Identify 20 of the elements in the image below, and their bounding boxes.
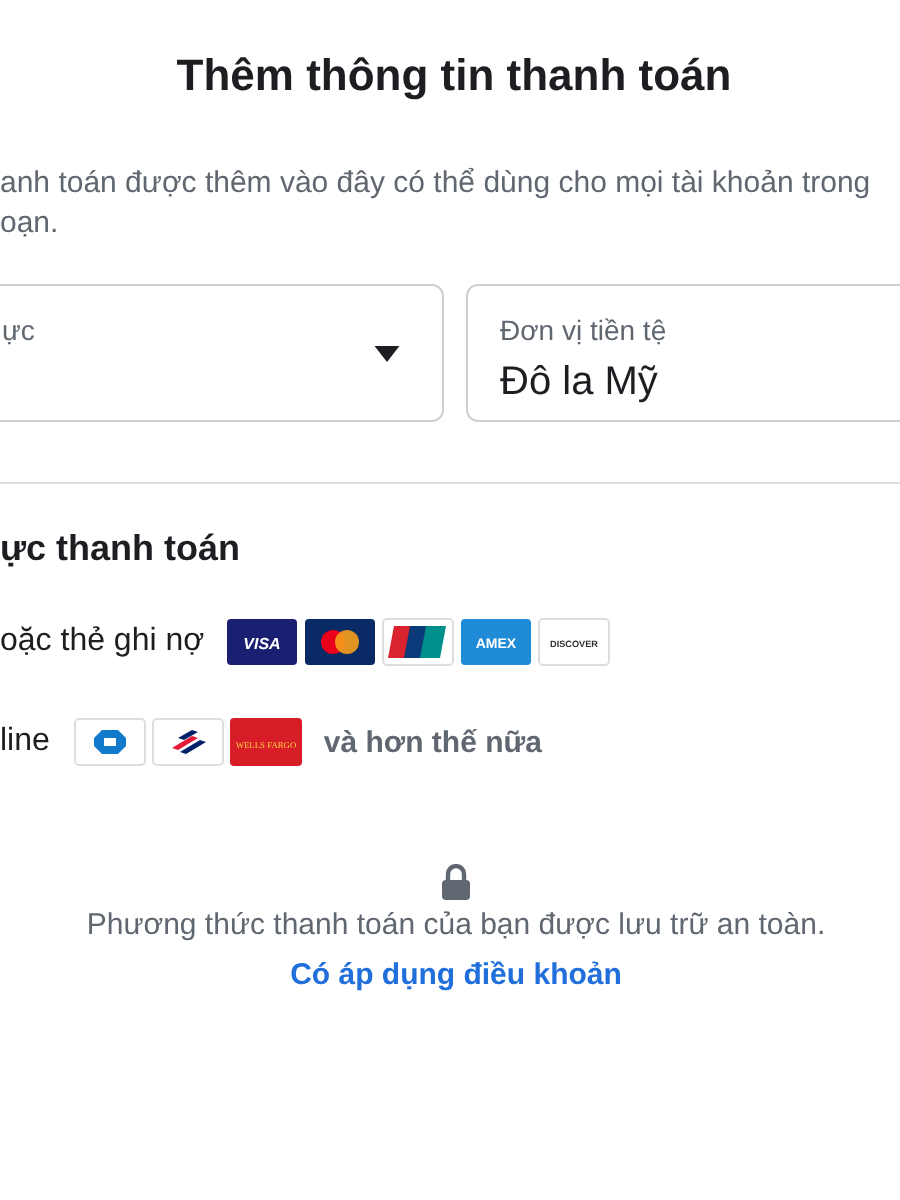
octagon-logo-icon [73, 718, 146, 766]
circles-logo-icon [304, 618, 377, 666]
card-logo-icon [382, 618, 455, 666]
input-field[interactable]: Đơn vị tiền tệ Đô la Mỹ [466, 284, 900, 422]
terms-link[interactable]: Có áp dụng điều khoản [290, 956, 622, 994]
description-text: anh toán được thêm vào đây có thể dùng cho mọi tài khoản trong oạn. [0, 164, 873, 244]
dropdown-field[interactable]: ực [0, 284, 444, 422]
payment-method-label: line [0, 724, 50, 760]
more-text: và hơn thế nữa [323, 725, 542, 759]
field-value: Đô la Mỹ [500, 358, 660, 408]
field-label: Đơn vị tiền tệ [500, 314, 669, 348]
dialog-title: Thêm thông tin thanh toán [174, 48, 734, 104]
section-heading: ực thanh toán [0, 526, 243, 572]
caret-icon [374, 345, 400, 361]
payment-method-label: oặc thẻ ghi nợ [0, 624, 205, 660]
security-note: Phương thức thanh toán của bạn được lưu trữ an toàn. [86, 906, 826, 944]
field-label: ực [2, 314, 37, 348]
visa-logo-icon: VISA [226, 618, 299, 666]
flag-logo-icon [151, 718, 224, 766]
lock-icon [440, 864, 472, 900]
